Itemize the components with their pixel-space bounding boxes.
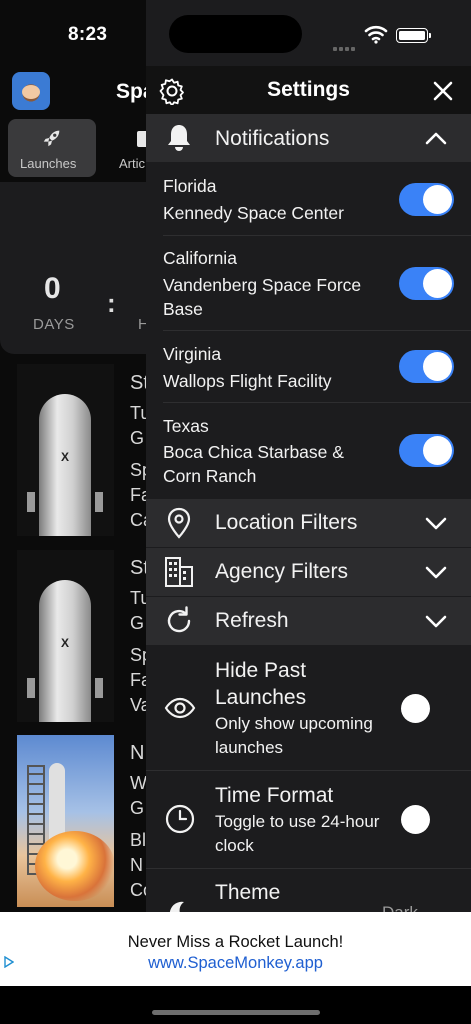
bottom-bar	[0, 986, 471, 1024]
launch-3-line-2: W	[130, 773, 147, 793]
close-icon[interactable]	[431, 79, 455, 103]
refresh-icon	[167, 606, 191, 633]
countdown-separator: :	[107, 288, 116, 318]
spacex-logo: X	[60, 636, 69, 650]
tab-articles-label[interactable]: Artic	[119, 156, 145, 171]
ad-headline[interactable]: Never Miss a Rocket Launch!	[0, 933, 471, 952]
notification-site: Kennedy Space Center	[163, 203, 344, 223]
texas-notification-toggle[interactable]	[399, 434, 454, 467]
chevron-down-icon[interactable]	[424, 511, 448, 535]
launch-image-falcon9[interactable]: X	[17, 550, 114, 722]
notifications-label: Notifications	[215, 127, 330, 150]
location-filters-label: Location Filters	[215, 511, 358, 534]
divider	[146, 868, 471, 869]
notification-site: Boca Chica Starbase & Corn Ranch	[163, 442, 344, 486]
wifi-icon	[364, 25, 388, 44]
app-avatar[interactable]	[12, 72, 50, 110]
settings-title: Settings	[267, 78, 350, 101]
time-format-description: Toggle to use 24-hour clock	[215, 812, 380, 855]
launch-3-line-5: N	[130, 855, 143, 875]
rocket-icon	[43, 130, 60, 147]
hide-past-launches-toggle[interactable]	[399, 692, 454, 725]
notification-region: Florida	[163, 176, 217, 196]
launch-3-line-4: Bl	[130, 830, 147, 850]
notification-site: Vandenberg Space Force Base	[163, 275, 362, 319]
chevron-up-icon[interactable]	[424, 126, 448, 150]
notification-region: Texas	[163, 416, 209, 436]
cellular-signal-icon	[333, 38, 357, 51]
notification-site: Wallops Flight Facility	[163, 371, 332, 391]
launch-image-new-shepard[interactable]	[17, 735, 114, 907]
notification-region: California	[163, 248, 237, 268]
time-format-toggle[interactable]	[399, 803, 454, 836]
agency-filters-label: Agency Filters	[215, 560, 349, 583]
spacex-logo: X	[60, 450, 69, 464]
california-notification-toggle[interactable]	[399, 267, 454, 300]
battery-icon	[396, 28, 431, 43]
launch-3-line-1: N	[130, 742, 145, 764]
dynamic-island	[169, 15, 302, 53]
building-icon	[165, 557, 193, 587]
launch-1-line-3: G	[130, 428, 145, 448]
time-format-title: Time Format	[215, 784, 334, 807]
theme-title: Theme	[215, 881, 281, 904]
map-pin-icon	[167, 507, 191, 539]
clock-icon	[165, 804, 195, 834]
refresh-label: Refresh	[215, 609, 289, 632]
chevron-down-icon[interactable]	[424, 609, 448, 633]
divider	[146, 770, 471, 771]
ad-link[interactable]: www.SpaceMonkey.app	[0, 954, 471, 973]
florida-notification-toggle[interactable]	[399, 183, 454, 216]
status-time: 8:23	[68, 24, 108, 45]
virginia-notification-toggle[interactable]	[399, 350, 454, 383]
launch-3-line-3: G	[130, 798, 145, 818]
launch-2-line-3: G	[130, 613, 145, 633]
home-indicator[interactable]	[152, 1010, 320, 1015]
tab-launches-label: Launches	[20, 156, 77, 171]
eye-icon	[164, 697, 196, 719]
notification-region: Virginia	[163, 344, 222, 364]
bell-icon	[168, 125, 190, 151]
countdown-card	[0, 182, 160, 354]
chevron-down-icon[interactable]	[424, 560, 448, 584]
launch-image-falcon9[interactable]: X	[17, 364, 114, 536]
countdown-days-label: DAYS	[33, 316, 75, 333]
hide-past-launches-description: Only show upcoming launches	[215, 714, 373, 757]
hide-past-launches-title: Hide Past Launches	[215, 659, 307, 709]
countdown-days-value: 0	[44, 272, 61, 305]
